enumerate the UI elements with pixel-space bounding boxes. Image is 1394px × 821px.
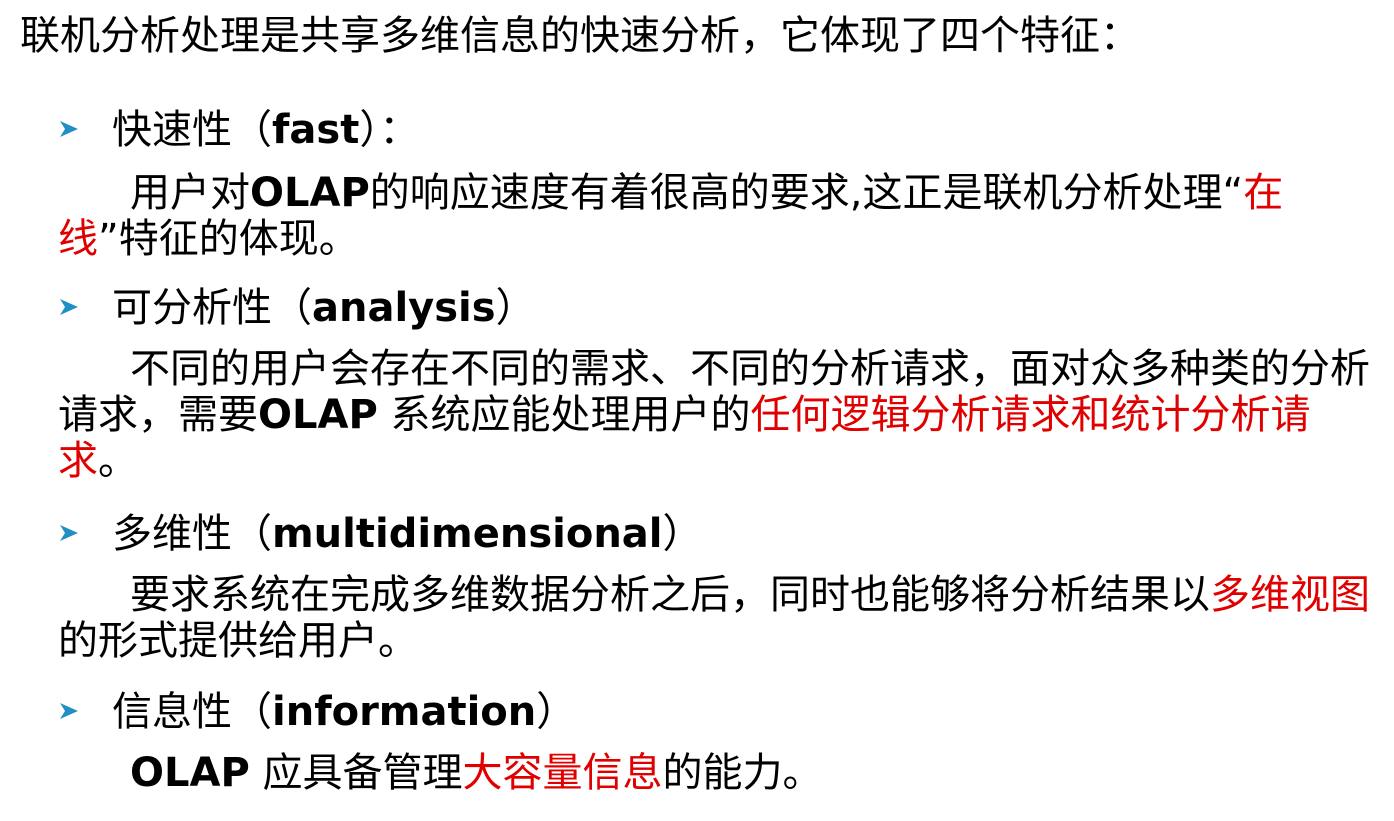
feature-description: OLAP 应具备管理大容量信息的能力。 [58, 750, 1378, 796]
heading-en: analysis [312, 285, 496, 331]
description-text: 的响应速度有着很高的要求,这正是联机分析处理“ [369, 170, 1244, 216]
heading-en: multidimensional [272, 511, 663, 557]
triangle-arrow-icon [58, 700, 80, 722]
heading-end: ） [536, 689, 577, 735]
feature-description: 用户对OLAP的响应速度有着很高的要求,这正是联机分析处理“在线”特征的体现。 [58, 170, 1378, 262]
description-text: 的能力。 [662, 750, 823, 796]
description-text: OLAP [250, 170, 370, 216]
description-text: OLAP [258, 392, 378, 438]
heading-zh: 快速性（ [112, 107, 272, 153]
heading-end: ）： [359, 107, 420, 153]
feature-description: 不同的用户会存在不同的需求、不同的分析请求，面对众多种类的分析请求，需要OLAP… [58, 346, 1378, 484]
heading-en: fast [272, 107, 360, 153]
highlight-text: 多维视图 [1210, 572, 1370, 618]
description-text: 要求系统在完成多维数据分析之后，同时也能够将分析结果以 [130, 572, 1210, 618]
triangle-arrow-icon [58, 522, 80, 544]
feature-information: 信息性（information） OLAP 应具备管理大容量信息的能力。 [58, 688, 1378, 796]
triangle-arrow-icon [58, 118, 80, 140]
feature-heading: 快速性（fast）： [58, 106, 1378, 154]
description-text: ”特征的体现。 [98, 216, 359, 262]
feature-heading: 信息性（information） [58, 688, 1378, 736]
feature-heading: 可分析性（analysis） [58, 284, 1378, 332]
slide: 联机分析处理是共享多维信息的快速分析，它体现了四个特征： 快速性（fast）： … [0, 0, 1394, 821]
heading-zh: 多维性（ [112, 511, 272, 557]
heading-end: ） [662, 511, 703, 557]
description-text: 的形式提供给用户。 [58, 618, 418, 664]
feature-heading: 多维性（multidimensional） [58, 510, 1378, 558]
description-text: 应具备管理 [249, 750, 463, 796]
description-text: 系统应能处理用户的 [377, 392, 751, 438]
description-text: OLAP [130, 750, 250, 796]
heading-en: information [272, 689, 537, 735]
feature-multidimensional: 多维性（multidimensional） 要求系统在完成多维数据分析之后，同时… [58, 510, 1378, 664]
heading-zh: 信息性（ [112, 689, 272, 735]
heading-end: ） [495, 285, 536, 331]
intro-text: 联机分析处理是共享多维信息的快速分析，它体现了四个特征： [20, 13, 1140, 59]
heading-zh: 可分析性（ [112, 285, 312, 331]
feature-fast: 快速性（fast）： 用户对OLAP的响应速度有着很高的要求,这正是联机分析处理… [58, 106, 1378, 262]
description-text: 用户对 [130, 170, 250, 216]
feature-description: 要求系统在完成多维数据分析之后，同时也能够将分析结果以多维视图的形式提供给用户。 [58, 572, 1378, 664]
highlight-text: 大容量信息 [462, 750, 663, 796]
feature-analysis: 可分析性（analysis） 不同的用户会存在不同的需求、不同的分析请求，面对众… [58, 284, 1378, 484]
triangle-arrow-icon [58, 296, 80, 318]
description-text: 。 [98, 438, 138, 484]
